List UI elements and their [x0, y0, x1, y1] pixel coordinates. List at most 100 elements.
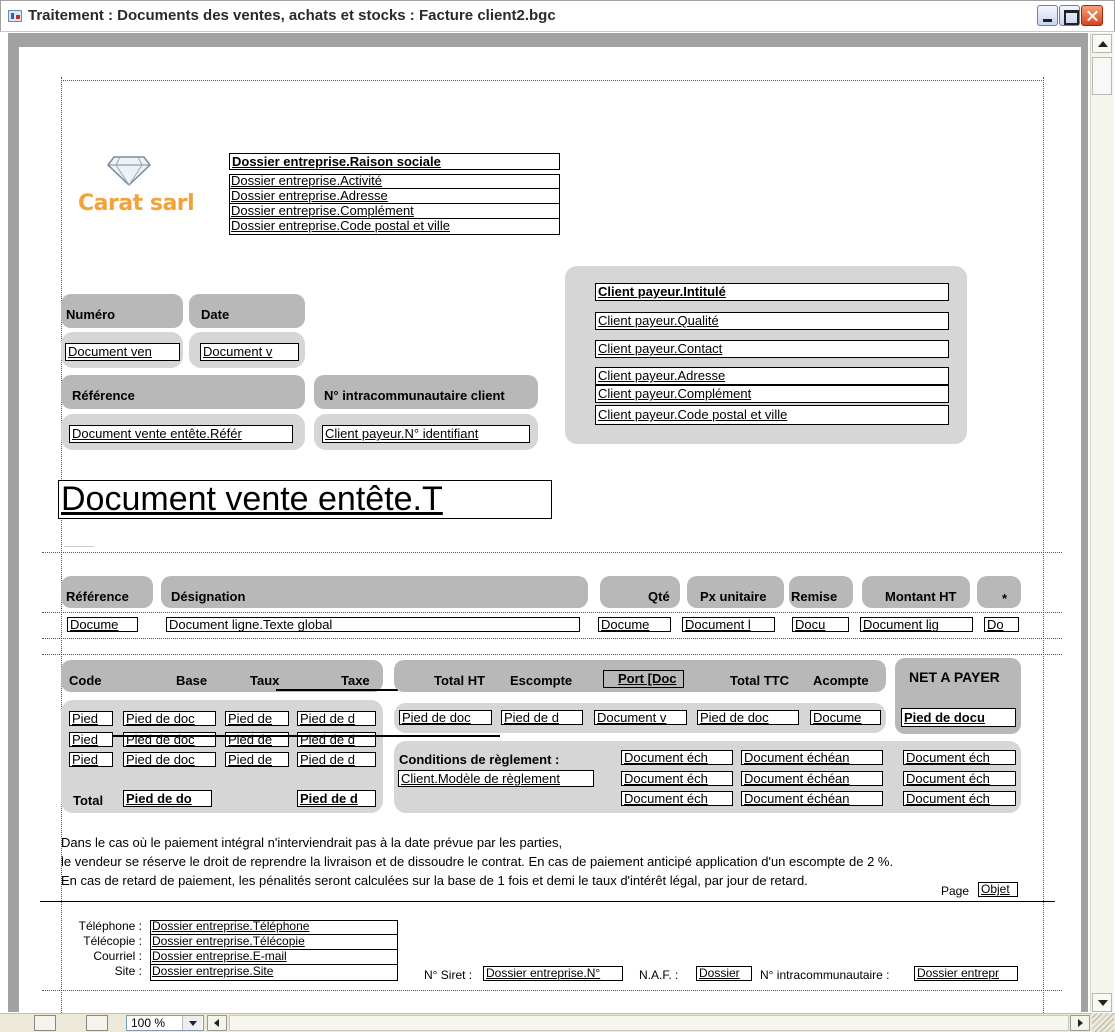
tax-row1-base[interactable]: Pied de doc	[123, 711, 216, 726]
intracom-field[interactable]: Client payeur.N° identifiant	[322, 425, 530, 443]
echeance-r1-c1[interactable]: Document éch	[621, 750, 733, 765]
client-qualite-field[interactable]: Client payeur.Qualité	[595, 312, 949, 330]
site-field[interactable]: Dossier entreprise.Site	[150, 965, 398, 980]
date-label: Date	[201, 307, 230, 322]
margin-guide-right	[1043, 77, 1044, 1013]
chevron-down-icon[interactable]	[182, 1016, 202, 1030]
acompte-label: Acompte	[813, 673, 869, 688]
section-guide-footer	[42, 654, 1062, 655]
tax-strike-rule	[113, 735, 500, 737]
echeance-r3-c3[interactable]: Document éch	[903, 791, 1016, 806]
intracom-footer-field[interactable]: Dossier entrepr	[914, 966, 1018, 981]
escompte-field[interactable]: Pied de d	[501, 710, 583, 725]
client-address-field[interactable]: Client payeur.Adresse	[595, 367, 949, 385]
company-complement-field[interactable]: Dossier entreprise.Complément	[229, 204, 560, 219]
conditions-label: Conditions de règlement :	[399, 752, 560, 767]
total-ttc-field[interactable]: Pied de doc	[697, 710, 799, 725]
client-complement-field[interactable]: Client payeur.Complément	[595, 385, 949, 403]
app-icon[interactable]	[8, 10, 22, 22]
numero-field[interactable]: Document ven	[65, 343, 180, 361]
tax-row1-taux[interactable]: Pied de	[225, 711, 289, 726]
fax-label: Télécopie :	[83, 934, 142, 948]
col-qte-label: Qté	[648, 589, 670, 604]
tax-total-base[interactable]: Pied de do	[123, 790, 212, 807]
line-montant-field[interactable]: Document lig	[860, 617, 973, 632]
echeance-r2-c2[interactable]: Document échéan	[741, 771, 883, 786]
company-postal-field[interactable]: Dossier entreprise.Code postal et ville	[229, 219, 560, 234]
line-px-unitaire-field[interactable]: Document l	[682, 617, 775, 632]
phone-field[interactable]: Dossier entreprise.Téléphone	[150, 920, 398, 935]
tax-header-rule	[276, 689, 398, 691]
echeance-r2-c3[interactable]: Document éch	[903, 771, 1016, 786]
tax-total-label: Total	[73, 793, 104, 808]
total-ht-field[interactable]: Pied de doc	[399, 710, 492, 725]
scroll-up-arrow-icon[interactable]	[1092, 34, 1112, 53]
line-extra-field[interactable]: Do	[984, 617, 1019, 632]
col-reference-label: Référence	[66, 589, 129, 604]
reference-field[interactable]: Document vente entête.Référ	[69, 425, 293, 443]
section-guide-lines-header	[42, 612, 1062, 613]
echeance-r2-c1[interactable]: Document éch	[621, 771, 733, 786]
tax-row1-code[interactable]: Pied	[69, 711, 113, 726]
maximize-button[interactable]	[1059, 5, 1080, 26]
total-ttc-label: Total TTC	[730, 673, 789, 688]
escompte-label: Escompte	[510, 673, 573, 688]
siret-field[interactable]: Dossier entreprise.N°	[483, 966, 623, 981]
resize-grip-icon[interactable]	[1092, 1013, 1114, 1032]
minimize-button[interactable]	[1037, 5, 1058, 26]
acompte-field[interactable]: Docume	[810, 710, 881, 725]
tax-row2-code[interactable]: Pied	[69, 732, 113, 747]
close-button[interactable]	[1081, 5, 1103, 26]
tax-row3-code[interactable]: Pied	[69, 752, 113, 767]
scroll-right-arrow-icon[interactable]	[1070, 1015, 1090, 1031]
small-marker	[64, 546, 94, 547]
tax-row3-taux[interactable]: Pied de	[225, 752, 289, 767]
naf-field[interactable]: Dossier	[696, 966, 752, 981]
echeance-r1-c3[interactable]: Document éch	[903, 750, 1016, 765]
client-name-field[interactable]: Client payeur.Intitulé	[595, 283, 949, 301]
email-label: Courriel :	[93, 949, 142, 963]
page-view-button[interactable]	[34, 1015, 56, 1031]
site-label: Site :	[114, 964, 142, 978]
col-remise-label: Remise	[791, 589, 838, 604]
page-number-field[interactable]: Objet	[978, 882, 1018, 897]
section-guide-header-end	[42, 552, 1062, 553]
echeance-r3-c1[interactable]: Document éch	[621, 791, 733, 806]
tax-row3-taxe[interactable]: Pied de d	[297, 752, 376, 767]
email-field[interactable]: Dossier entreprise.E-mail	[150, 950, 398, 965]
line-qte-field[interactable]: Docume	[598, 617, 671, 632]
layout-view-button[interactable]	[86, 1015, 108, 1031]
footer-separator	[40, 901, 1055, 902]
echeance-r3-c2[interactable]: Document échéan	[741, 791, 883, 806]
line-designation-field[interactable]: Document ligne.Texte global	[166, 617, 580, 632]
tax-row1-taxe[interactable]: Pied de d	[297, 711, 376, 726]
port-value-field[interactable]: Document v	[594, 710, 687, 725]
company-name-field[interactable]: Dossier entreprise.Raison sociale	[229, 153, 560, 170]
vertical-scrollbar[interactable]	[1090, 33, 1114, 1012]
net-a-payer-field[interactable]: Pied de docu	[901, 708, 1016, 727]
line-remise-field[interactable]: Docu	[792, 617, 849, 632]
scroll-left-arrow-icon[interactable]	[207, 1015, 227, 1031]
col-designation-label: Désignation	[171, 589, 246, 604]
date-field[interactable]: Document v	[200, 343, 299, 361]
client-postal-field[interactable]: Client payeur.Code postal et ville	[595, 405, 949, 425]
client-contact-field[interactable]: Client payeur.Contact	[595, 340, 949, 358]
conditions-field[interactable]: Client.Modèle de règlement	[398, 770, 594, 787]
line-reference-field[interactable]: Docume	[67, 617, 138, 632]
horizontal-scrollbar[interactable]	[229, 1015, 1069, 1031]
vertical-scroll-thumb[interactable]	[1092, 57, 1112, 95]
fax-field[interactable]: Dossier entreprise.Télécopie	[150, 935, 398, 950]
company-address-field[interactable]: Dossier entreprise.Adresse	[229, 189, 560, 204]
naf-label: N.A.F. :	[639, 968, 679, 982]
siret-label: N° Siret :	[424, 968, 473, 982]
company-activity-field[interactable]: Dossier entreprise.Activité	[229, 174, 560, 189]
window-title: Traitement : Documents des ventes, achat…	[28, 7, 556, 24]
document-title-field[interactable]: Document vente entête.T	[58, 480, 552, 519]
numero-label: Numéro	[66, 307, 116, 322]
tax-taux-label: Taux	[250, 673, 280, 688]
scroll-down-arrow-icon[interactable]	[1092, 993, 1112, 1012]
echeance-r1-c2[interactable]: Document échéan	[741, 750, 883, 765]
tax-total-taxe[interactable]: Pied de d	[297, 790, 376, 807]
port-field[interactable]: Port [Doc	[603, 670, 684, 688]
tax-row3-base[interactable]: Pied de doc	[123, 752, 216, 767]
